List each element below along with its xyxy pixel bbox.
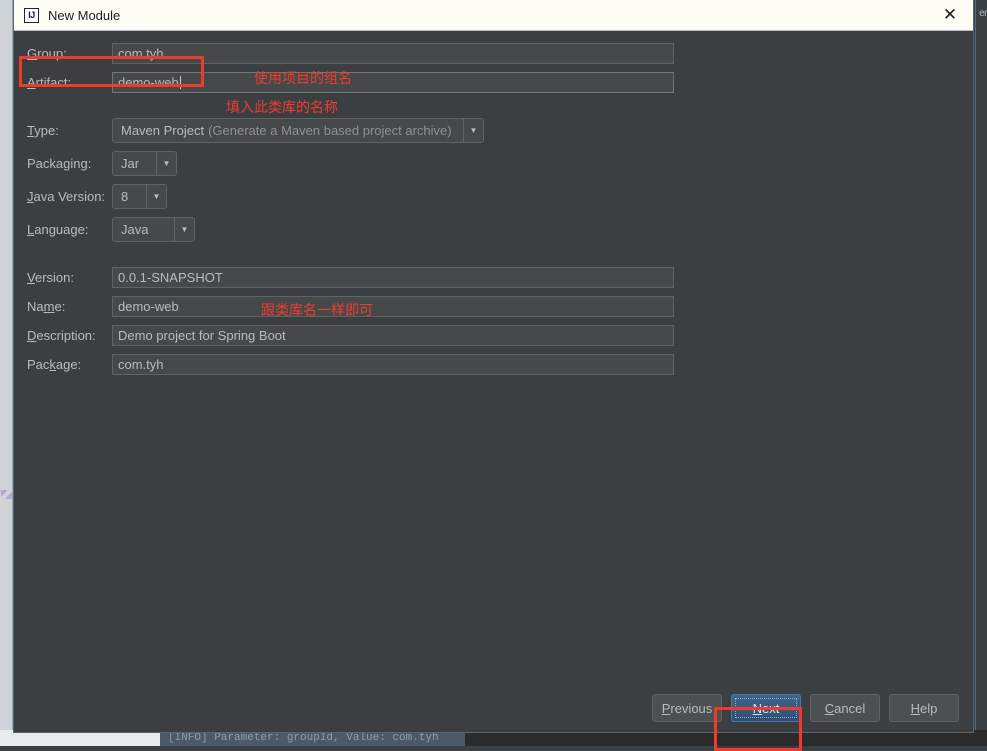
- dialog-titlebar: IJ New Module ✕: [14, 0, 973, 31]
- type-value-note: (Generate a Maven based project archive): [208, 123, 452, 138]
- group-value: com.tyh: [118, 46, 164, 61]
- gutter-marker-icon: [1, 548, 12, 557]
- description-value: Demo project for Spring Boot: [118, 328, 286, 343]
- package-label: Package:: [14, 357, 112, 372]
- form-row-description: Description: Demo project for Spring Boo…: [14, 325, 973, 346]
- dialog-title: New Module: [48, 8, 120, 23]
- form-row-version: Version: 0.0.1-SNAPSHOT: [14, 267, 973, 288]
- name-label: Name:: [14, 299, 112, 314]
- help-button[interactable]: Help: [889, 694, 959, 722]
- next-label: ext: [762, 701, 779, 716]
- package-label-pre: Pac: [27, 357, 49, 372]
- text-caret: [180, 76, 181, 89]
- artifact-input[interactable]: demo-web: [112, 72, 674, 93]
- group-label: Group:: [14, 46, 112, 61]
- dialog-body: Group: com.tyh Artifact: demo-web Type: …: [14, 31, 973, 732]
- previous-label: revious: [670, 701, 712, 716]
- form-row-artifact: Artifact: demo-web: [14, 72, 973, 93]
- description-label-text: escription:: [36, 328, 95, 343]
- artifact-label: Artifact:: [14, 75, 112, 90]
- chevron-down-icon[interactable]: ▼: [463, 119, 483, 142]
- group-input[interactable]: com.tyh: [112, 43, 674, 64]
- type-combobox-value: Maven Project (Generate a Maven based pro…: [113, 119, 463, 142]
- form-row-type: Type: Maven Project (Generate a Maven bas…: [14, 118, 973, 143]
- form-row-language: Language: Java ▼: [14, 217, 973, 242]
- previous-button[interactable]: Previous: [652, 694, 722, 722]
- package-label-text: age:: [56, 357, 81, 372]
- description-input[interactable]: Demo project for Spring Boot: [112, 325, 674, 346]
- form-row-java-version: Java Version: 8 ▼: [14, 184, 973, 209]
- form-row-package: Package: com.tyh: [14, 354, 973, 375]
- group-label-text: roup:: [37, 46, 67, 61]
- artifact-value: demo-web: [118, 75, 179, 90]
- spacer-after-language: [14, 250, 973, 267]
- name-label-accel: m: [44, 299, 55, 314]
- next-accel: N: [753, 701, 762, 716]
- ide-right-label: er: [979, 8, 987, 19]
- cancel-accel: C: [825, 701, 834, 716]
- description-label: Description:: [14, 328, 112, 343]
- form-row-group: Group: com.tyh: [14, 43, 973, 64]
- language-combobox-value: Java: [113, 218, 174, 241]
- console-log-line: [INFO] Parameter: groupId, Value: com.ty…: [168, 732, 439, 744]
- java-version-combobox-value: 8: [113, 185, 146, 208]
- next-button[interactable]: Next: [731, 694, 801, 722]
- language-label: Language:: [14, 222, 112, 237]
- version-input[interactable]: 0.0.1-SNAPSHOT: [112, 267, 674, 288]
- type-label: Type:: [14, 123, 112, 138]
- package-value: com.tyh: [118, 357, 164, 372]
- new-module-dialog: IJ New Module ✕ Group: com.tyh Artifact:…: [13, 0, 974, 733]
- help-label: elp: [920, 701, 937, 716]
- form-row-name: Name: demo-web: [14, 296, 973, 317]
- packaging-label-pre: Packa: [27, 156, 63, 171]
- version-label-text: ersion:: [35, 270, 74, 285]
- gutter-marker-change: [1, 490, 12, 499]
- type-combobox[interactable]: Maven Project (Generate a Maven based pro…: [112, 118, 484, 143]
- cancel-label: ancel: [834, 701, 865, 716]
- cancel-button[interactable]: Cancel: [810, 694, 880, 722]
- chevron-down-icon[interactable]: ▼: [156, 152, 176, 175]
- artifact-label-accel: A: [27, 75, 36, 90]
- type-label-text: ype:: [34, 123, 59, 138]
- chevron-down-icon[interactable]: ▼: [174, 218, 194, 241]
- chevron-down-icon[interactable]: ▼: [146, 185, 166, 208]
- previous-accel: P: [662, 701, 671, 716]
- packaging-label: Packaging:: [14, 156, 112, 171]
- language-label-text: anguage:: [34, 222, 88, 237]
- close-icon[interactable]: ✕: [927, 0, 973, 30]
- version-label: Version:: [14, 270, 112, 285]
- spacer-after-artifact: [14, 101, 973, 118]
- packaging-combobox[interactable]: Jar ▼: [112, 151, 177, 176]
- dialog-button-bar: Previous Next Cancel Help: [652, 694, 959, 722]
- group-label-accel: G: [27, 46, 37, 61]
- intellij-logo-icon: IJ: [24, 8, 39, 23]
- ide-right-strip: er: [975, 0, 987, 746]
- name-value: demo-web: [118, 299, 179, 314]
- java-version-label: Java Version:: [14, 189, 112, 204]
- name-input[interactable]: demo-web: [112, 296, 674, 317]
- java-version-label-text: ava Version:: [34, 189, 106, 204]
- type-value-main: Maven Project: [121, 123, 204, 138]
- version-value: 0.0.1-SNAPSHOT: [118, 270, 223, 285]
- packaging-label-text: ing:: [70, 156, 91, 171]
- description-label-accel: D: [27, 328, 36, 343]
- name-label-text: e:: [54, 299, 65, 314]
- java-version-combobox[interactable]: 8 ▼: [112, 184, 167, 209]
- help-accel: H: [911, 701, 920, 716]
- language-combobox[interactable]: Java ▼: [112, 217, 195, 242]
- package-input[interactable]: com.tyh: [112, 354, 674, 375]
- name-label-pre: Na: [27, 299, 44, 314]
- editor-gutter: [0, 0, 13, 746]
- form-row-packaging: Packaging: Jar ▼: [14, 151, 973, 176]
- artifact-label-text: rtifact:: [36, 75, 71, 90]
- packaging-combobox-value: Jar: [113, 152, 156, 175]
- version-label-accel: V: [27, 270, 35, 285]
